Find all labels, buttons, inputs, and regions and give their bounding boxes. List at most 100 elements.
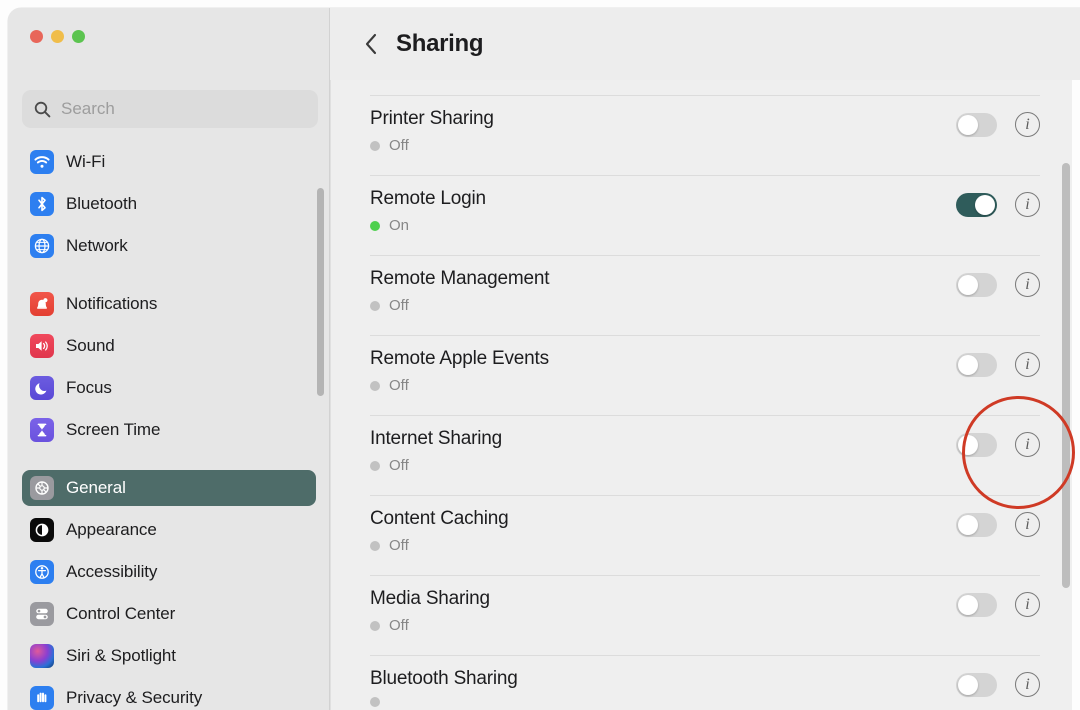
sound-speaker-icon	[30, 334, 54, 358]
zoom-button[interactable]	[72, 30, 85, 43]
row-text: Content Caching Off	[370, 508, 956, 554]
row-title: Remote Apple Events	[370, 348, 549, 369]
remote-management-info-button[interactable]: i	[1015, 272, 1040, 297]
table-row-remote-management[interactable]: Remote Management Off i	[370, 256, 1040, 336]
internet-sharing-toggle[interactable]	[956, 432, 997, 457]
status-dot	[370, 697, 380, 707]
status-dot	[370, 460, 380, 471]
appearance-contrast-icon	[30, 518, 54, 542]
remote-login-info-button[interactable]: i	[1015, 192, 1040, 217]
network-globe-icon	[30, 234, 54, 258]
internet-sharing-info-button[interactable]: i	[1015, 432, 1040, 457]
table-row-bluetooth-sharing[interactable]: Bluetooth Sharing i	[370, 656, 1040, 710]
sidebar-item-label: Bluetooth	[66, 194, 137, 213]
window-right-edge	[1072, 8, 1080, 710]
row-controls: i	[956, 112, 1040, 137]
sidebar-item-label: Notifications	[66, 294, 158, 313]
status-label: On	[389, 217, 410, 234]
sidebar-item-notifications[interactable]: Notifications	[22, 286, 316, 322]
row-status: Off	[370, 457, 956, 474]
sidebar-item-label: Sound	[66, 336, 115, 355]
row-text: Internet Sharing Off	[370, 428, 956, 474]
sidebar-item-privacy-and-security[interactable]: Privacy & Security	[22, 680, 316, 710]
general-gear-icon	[30, 476, 54, 500]
table-row-remote-apple-events[interactable]: Remote Apple Events Off i	[370, 336, 1040, 416]
siri-icon	[30, 644, 54, 668]
status-dot	[370, 220, 380, 231]
sidebar-item-wi-fi[interactable]: Wi-Fi	[22, 144, 316, 180]
sidebar-item-label: Siri & Spotlight	[66, 646, 176, 665]
wifi-icon	[30, 150, 54, 174]
printer-sharing-info-button[interactable]: i	[1015, 112, 1040, 137]
row-title: Printer Sharing	[370, 108, 494, 129]
row-status: Off	[370, 297, 956, 314]
back-button[interactable]	[358, 31, 384, 57]
remote-apple-events-toggle[interactable]	[956, 352, 997, 377]
sidebar-item-label: Appearance	[66, 520, 157, 539]
bluetooth-sharing-info-button[interactable]: i	[1015, 672, 1040, 697]
row-controls: i	[956, 272, 1040, 297]
sidebar-item-siri-and-spotlight[interactable]: Siri & Spotlight	[22, 638, 316, 674]
search-field[interactable]	[22, 90, 318, 128]
remote-apple-events-info-button[interactable]: i	[1015, 352, 1040, 377]
table-row-media-sharing[interactable]: Media Sharing Off i	[370, 576, 1040, 656]
row-controls: i	[956, 192, 1040, 217]
table-row-remote-login[interactable]: Remote Login On i	[370, 176, 1040, 256]
page-title: Sharing	[396, 30, 484, 57]
detail-pane: Off Printer Sharing Off	[330, 8, 1080, 710]
table-row-content-caching[interactable]: Content Caching Off i	[370, 496, 1040, 576]
bluetooth-sharing-toggle[interactable]	[956, 672, 997, 697]
row-controls: i	[956, 512, 1040, 537]
sidebar-item-bluetooth[interactable]: Bluetooth	[22, 186, 316, 222]
sidebar-item-label: Network	[66, 236, 128, 255]
table-row-printer-sharing[interactable]: Printer Sharing Off i	[370, 96, 1040, 176]
search-icon	[34, 101, 51, 118]
row-title: Internet Sharing	[370, 428, 502, 449]
search-input[interactable]	[61, 99, 306, 119]
table-row-internet-sharing[interactable]: Internet Sharing Off i	[370, 416, 1040, 496]
detail-scrollbar[interactable]	[1062, 163, 1070, 588]
sidebar-item-label: Screen Time	[66, 420, 161, 439]
content-caching-toggle[interactable]	[956, 512, 997, 537]
sidebar-item-general[interactable]: General	[22, 470, 316, 506]
row-status	[370, 697, 956, 707]
detail-left-divider	[330, 80, 331, 710]
sidebar-item-network[interactable]: Network	[22, 228, 316, 264]
sidebar-item-appearance[interactable]: Appearance	[22, 512, 316, 548]
row-controls: i	[956, 672, 1040, 697]
media-sharing-toggle[interactable]	[956, 592, 997, 617]
row-text: Bluetooth Sharing	[370, 668, 956, 707]
sidebar-item-focus[interactable]: Focus	[22, 370, 316, 406]
sidebar-item-sound[interactable]: Sound	[22, 328, 316, 364]
row-title: Content Caching	[370, 508, 509, 529]
remote-management-toggle[interactable]	[956, 272, 997, 297]
close-button[interactable]	[30, 30, 43, 43]
detail-header: Sharing	[330, 8, 1080, 80]
row-title: Remote Login	[370, 188, 486, 209]
sidebar-item-screen-time[interactable]: Screen Time	[22, 412, 316, 448]
media-sharing-info-button[interactable]: i	[1015, 592, 1040, 617]
status-label: Off	[389, 297, 409, 314]
row-text: Media Sharing Off	[370, 588, 956, 634]
screenshot-root: Wi-Fi Bluetooth	[0, 0, 1080, 710]
status-dot	[370, 540, 380, 551]
status-dot	[370, 300, 380, 311]
sidebar-item-control-center[interactable]: Control Center	[22, 596, 316, 632]
row-text: Printer Sharing Off	[370, 108, 956, 154]
row-status: Off	[370, 137, 956, 154]
sidebar-item-accessibility[interactable]: Accessibility	[22, 554, 316, 590]
accessibility-icon	[30, 560, 54, 584]
status-label: Off	[389, 617, 409, 634]
remote-login-toggle[interactable]	[956, 192, 997, 217]
row-text: Remote Login On	[370, 188, 956, 234]
content-caching-info-button[interactable]: i	[1015, 512, 1040, 537]
row-text: Remote Management Off	[370, 268, 956, 314]
status-label: Off	[389, 457, 409, 474]
sidebar-scrollbar[interactable]	[317, 188, 324, 396]
minimize-button[interactable]	[51, 30, 64, 43]
status-dot	[370, 380, 380, 391]
bluetooth-icon	[30, 192, 54, 216]
screen-time-hourglass-icon	[30, 418, 54, 442]
row-status: Off	[370, 537, 956, 554]
printer-sharing-toggle[interactable]	[956, 112, 997, 137]
